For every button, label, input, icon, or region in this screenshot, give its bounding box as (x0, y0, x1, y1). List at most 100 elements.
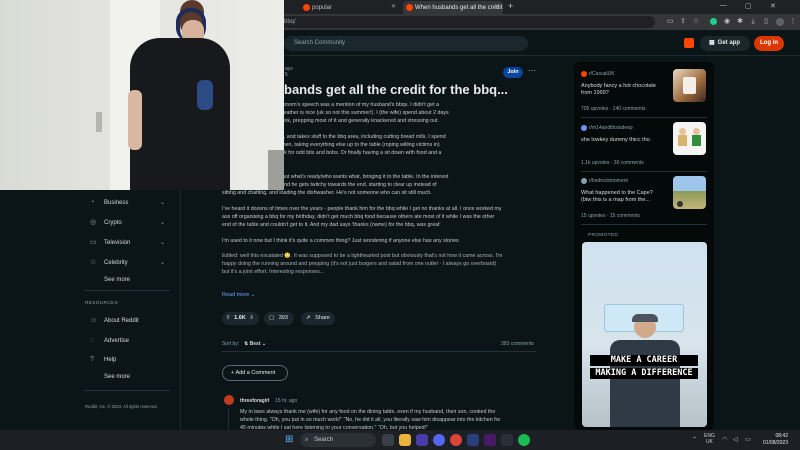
related-post-thumbnail[interactable] (673, 122, 706, 155)
related-subreddit[interactable]: r/bedrockmoment (589, 178, 628, 184)
chevron-down-icon[interactable]: ⌄ (160, 239, 165, 246)
sidebar-item-about[interactable]: About Reddit (104, 318, 139, 324)
photoshop-icon[interactable] (467, 434, 479, 446)
close-tab-icon[interactable]: ✕ (391, 3, 396, 10)
sort-dropdown[interactable]: ⇅ Best ⌄ (244, 341, 266, 347)
premiere-icon[interactable] (484, 434, 496, 446)
battery-icon[interactable]: ▭ (745, 436, 751, 443)
sidebar-item-help[interactable]: Help (104, 357, 116, 363)
add-comment-button[interactable]: + Add a Comment (222, 365, 288, 381)
bookmark-star-icon[interactable]: ☆ (691, 17, 701, 27)
sort-label: Sort by: (222, 341, 240, 347)
comment-body: My in laws always thank me (wife) for an… (240, 409, 501, 430)
puzzle-icon[interactable]: ✱ (735, 17, 745, 27)
minimize-icon[interactable]: — (720, 2, 727, 9)
celebrity-icon: ☆ (90, 259, 97, 266)
maximize-icon[interactable]: ▢ (745, 2, 752, 10)
copyright-footer: Reddit, Inc. © 2023. All rights reserved… (85, 404, 158, 409)
sidebar-item-business[interactable]: Business (104, 200, 128, 206)
sidebar-item-television[interactable]: Television (104, 240, 130, 246)
subreddit-avatar (581, 125, 587, 131)
advertise-icon[interactable] (684, 38, 694, 48)
sidebar-item-advertise[interactable]: Advertise (104, 338, 129, 344)
tab-active-post[interactable]: When husbands get all the credit ✕ (403, 1, 503, 14)
commenter-avatar[interactable] (224, 395, 234, 405)
file-explorer-icon[interactable] (399, 434, 411, 446)
downloads-icon[interactable]: ⤓ (748, 17, 758, 27)
get-app-button[interactable]: ▦ Get app (700, 36, 750, 51)
divider (581, 171, 707, 172)
search-input[interactable]: Search Community (284, 36, 528, 51)
share-icon[interactable]: ⇪ (678, 17, 688, 27)
chevron-down-icon[interactable]: ⌄ (160, 259, 165, 266)
teams-icon[interactable] (416, 434, 428, 446)
related-post-title[interactable]: Anybody fancy a hot chocolate from 1999? (581, 83, 671, 97)
vote-count: 1.6K (234, 315, 246, 321)
tray-chevron-icon[interactable]: ⌃ (692, 436, 697, 443)
related-post-thumbnail[interactable] (673, 69, 706, 102)
promoted-ad[interactable]: MAKE A CAREER MAKING A DIFFERENCE (582, 242, 707, 427)
chrome-icon[interactable] (450, 434, 462, 446)
close-window-icon[interactable]: ✕ (770, 2, 776, 10)
crypto-icon: ◎ (90, 219, 97, 226)
radiator-shape (268, 150, 284, 190)
more-options-icon[interactable]: ··· (528, 66, 536, 75)
comment-thread-line[interactable] (228, 408, 229, 430)
sidebar-item-crypto[interactable]: Crypto (104, 220, 122, 226)
browser-menu-icon[interactable]: ⋮ (788, 17, 798, 27)
related-post-title[interactable]: What happened to the Cape? (btw this is … (581, 190, 671, 204)
sidebar-item-celebrity[interactable]: Celebrity (104, 260, 128, 266)
related-post-title[interactable]: she lowkey dummy thicc tho (581, 137, 671, 144)
related-post-thumbnail[interactable] (673, 176, 706, 209)
post-paragraph-faded: Edited: well this escalated 😳. It was su… (222, 253, 503, 275)
share-button[interactable]: ⇗ Share (301, 312, 335, 325)
related-subreddit[interactable]: r/CasualUK (589, 71, 615, 77)
spotify-icon[interactable] (518, 434, 530, 446)
comment-author[interactable]: threeforagirl (240, 398, 269, 404)
television-icon: ▭ (90, 239, 97, 246)
login-button[interactable]: Log in (754, 36, 784, 51)
extension-icon-2[interactable]: ◉ (722, 17, 732, 27)
webcam-overlay (0, 0, 284, 190)
language-indicator[interactable]: ENG UK (704, 433, 715, 445)
read-more-link[interactable]: Read more ⌄ (222, 292, 255, 298)
ad-headline-1: MAKE A CAREER (590, 355, 698, 366)
comments-total: 393 comments (501, 341, 534, 347)
windows-taskbar: ⊞ ⌕ Search ⌃ ENG UK ◠ ◁ ▭ 08:42 01/08/2023 (0, 430, 800, 450)
cast-icon[interactable]: ▭ (665, 17, 675, 27)
task-view-icon[interactable] (382, 434, 394, 446)
upvote-icon[interactable]: ⇧ (226, 315, 231, 321)
extension-icon[interactable] (708, 17, 718, 27)
promoted-label: PROMOTED (588, 233, 619, 238)
volume-icon[interactable]: ◁ (733, 436, 738, 443)
comments-button[interactable]: ▢ 393 (264, 312, 294, 325)
sidepanel-icon[interactable]: ▯ (761, 17, 771, 27)
join-button[interactable]: Join (503, 67, 523, 78)
windows-start-icon[interactable]: ⊞ (285, 434, 297, 446)
subreddit-avatar (581, 178, 587, 184)
sort-icon: ⇅ (244, 341, 249, 347)
chevron-down-icon[interactable]: ⌄ (160, 219, 165, 226)
taskbar-search[interactable]: ⌕ Search (300, 433, 376, 447)
tab-popular[interactable]: popular ✕ (300, 1, 400, 14)
sidebar-border (180, 190, 181, 430)
related-post-meta: 1.1k upvotes · 30 comments (581, 160, 644, 166)
new-tab-button[interactable]: + (508, 1, 513, 11)
post-meta-2: 5 (285, 72, 288, 78)
see-more-topics-button[interactable]: See more (104, 277, 130, 283)
profile-avatar[interactable] (775, 17, 785, 27)
related-subreddit[interactable]: r/m14andthisisdeep (589, 125, 633, 131)
close-tab-icon[interactable]: ✕ (494, 3, 499, 10)
obs-icon[interactable] (501, 434, 513, 446)
chevron-down-icon[interactable]: ⌄ (160, 199, 165, 206)
clock[interactable]: 08:42 01/08/2023 (756, 433, 788, 446)
downvote-icon[interactable]: ⇩ (249, 315, 254, 321)
ad-headline-2: MAKING A DIFFERENCE (590, 368, 698, 379)
see-more-resources-button[interactable]: See more (104, 374, 130, 380)
discord-icon[interactable] (433, 434, 445, 446)
wifi-icon[interactable]: ◠ (722, 436, 727, 443)
plus-icon: + (231, 370, 235, 376)
search-icon: ⌕ (305, 437, 309, 443)
door-handle-shape (96, 112, 102, 132)
vote-pill: ⇧ 1.6K ⇩ (222, 312, 259, 325)
